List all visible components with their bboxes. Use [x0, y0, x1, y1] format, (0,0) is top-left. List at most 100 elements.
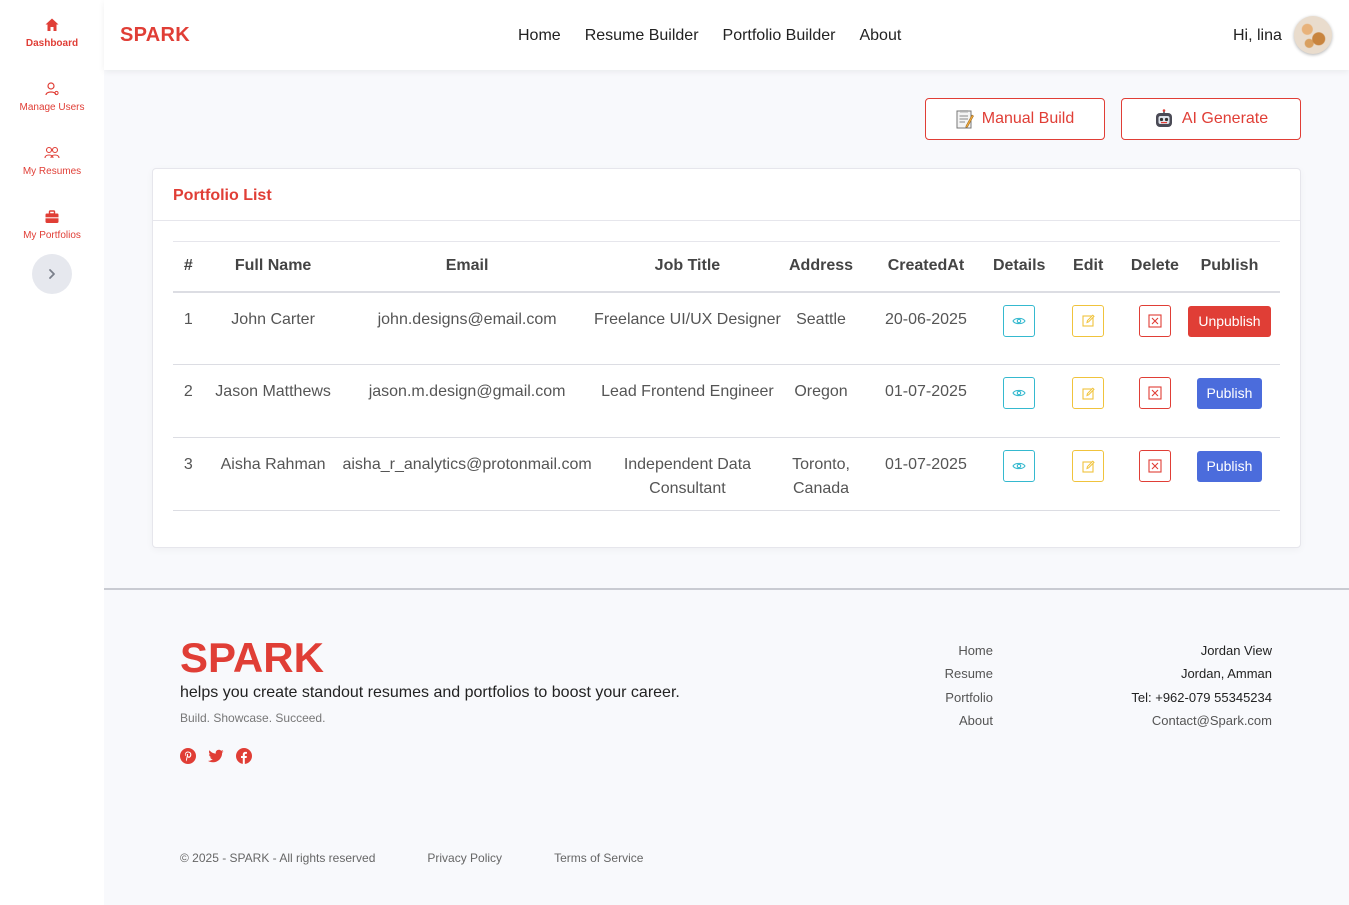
sidebar: Dashboard Manage Users My Resumes My Por…: [0, 0, 104, 905]
sidebar-toggle-button[interactable]: [32, 254, 72, 294]
close-square-icon: [1148, 313, 1162, 328]
user-icon: [45, 82, 59, 96]
view-details-button[interactable]: [1003, 377, 1036, 409]
col-header-address: Address: [783, 241, 859, 293]
col-header-delete: Delete: [1130, 241, 1179, 293]
col-header-email: Email: [342, 241, 592, 293]
twitter-icon[interactable]: [208, 748, 224, 764]
facebook-icon[interactable]: [236, 748, 252, 764]
row-email: john.designs@email.com: [342, 291, 592, 365]
unpublish-button[interactable]: Unpublish: [1188, 305, 1271, 337]
row-address: Toronto, Canada: [783, 437, 859, 511]
publish-button[interactable]: Publish: [1196, 451, 1263, 482]
row-created-at: 01-07-2025: [858, 364, 993, 438]
eye-icon: [1012, 462, 1026, 470]
row-job-title: Lead Frontend Engineer: [591, 364, 784, 438]
contact-line: Jordan, Amman: [1180, 666, 1272, 682]
close-square-icon: [1148, 459, 1162, 473]
sidebar-item-label: Manage Users: [19, 102, 85, 113]
row-number: 3: [173, 437, 204, 511]
manual-build-button[interactable]: Manual Build: [925, 98, 1105, 140]
view-details-button[interactable]: [1003, 450, 1036, 482]
sidebar-item-my-portfolios[interactable]: My Portfolios: [0, 209, 104, 241]
briefcase-icon: [45, 210, 59, 223]
col-header-number: #: [173, 241, 204, 293]
portfolio-table: # Full Name Email Job Title Address Crea…: [173, 241, 1280, 511]
col-header-details: Details: [992, 241, 1046, 293]
chevron-right-icon: [49, 269, 55, 279]
close-square-icon: [1148, 386, 1162, 400]
main-nav: Home Resume Builder Portfolio Builder Ab…: [518, 27, 901, 45]
ai-generate-button[interactable]: AI Generate: [1121, 98, 1301, 140]
footer-brand: SPARK: [180, 634, 324, 681]
row-full-name: John Carter: [203, 291, 343, 365]
row-job-title: Freelance UI/UX Designer: [591, 291, 784, 365]
manual-build-label: Manual Build: [981, 110, 1075, 127]
brand-logo[interactable]: SPARK: [120, 24, 190, 47]
col-header-edit: Edit: [1045, 241, 1131, 293]
eye-icon: [1012, 317, 1026, 324]
publish-button[interactable]: Publish: [1196, 378, 1263, 409]
footer: SPARK helps you create standout resumes …: [104, 588, 1349, 905]
footer-link-portfolio[interactable]: Portfolio: [945, 686, 993, 709]
delete-button[interactable]: [1138, 304, 1171, 337]
table-row: 2 Jason Matthews jason.m.design@gmail.co…: [173, 364, 1280, 438]
footer-contact: Jordan View Jordan, Amman Tel: +962-079 …: [1131, 639, 1272, 732]
table-row: 3 Aisha Rahman aisha_r_analytics@protonm…: [173, 437, 1280, 511]
pinterest-icon[interactable]: [180, 748, 196, 764]
sidebar-item-label: Dashboard: [25, 38, 79, 49]
row-number: 2: [173, 364, 204, 438]
social-links: [180, 748, 252, 764]
edit-button[interactable]: [1072, 450, 1105, 482]
edit-icon: [1082, 386, 1095, 400]
privacy-policy-link[interactable]: Privacy Policy: [427, 851, 502, 865]
sidebar-item-label: My Resumes: [22, 166, 82, 177]
footer-link-about[interactable]: About: [945, 709, 993, 732]
sidebar-item-my-resumes[interactable]: My Resumes: [0, 145, 104, 177]
top-navbar: SPARK Home Resume Builder Portfolio Buil…: [104, 0, 1349, 70]
row-address: Seattle: [783, 291, 859, 365]
footer-link-resume[interactable]: Resume: [945, 662, 993, 685]
view-details-button[interactable]: [1003, 304, 1036, 337]
row-full-name: Jason Matthews: [203, 364, 343, 438]
edit-icon: [1082, 314, 1095, 327]
edit-button[interactable]: [1072, 377, 1105, 409]
row-job-title: Independent Data Consultant: [591, 437, 784, 511]
row-email: jason.m.design@gmail.com: [342, 364, 592, 438]
robot-icon: [1155, 109, 1172, 127]
memo-icon: [956, 110, 974, 129]
col-header-publish: Publish: [1178, 241, 1280, 293]
card-title: Portfolio List: [153, 169, 1300, 221]
terms-of-service-link[interactable]: Terms of Service: [554, 851, 643, 865]
row-created-at: 01-07-2025: [858, 437, 993, 511]
row-full-name: Aisha Rahman: [203, 437, 343, 511]
ai-generate-label: AI Generate: [1181, 110, 1269, 127]
delete-button[interactable]: [1138, 377, 1171, 409]
row-number: 1: [173, 291, 204, 365]
home-icon: [45, 18, 59, 31]
nav-about[interactable]: About: [859, 27, 901, 45]
delete-button[interactable]: [1138, 450, 1171, 482]
footer-description: helps you create standout resumes and po…: [180, 684, 680, 701]
edit-icon: [1082, 459, 1095, 473]
nav-resume-builder[interactable]: Resume Builder: [585, 27, 699, 45]
sidebar-item-manage-users[interactable]: Manage Users: [0, 81, 104, 113]
row-created-at: 20-06-2025: [858, 291, 993, 365]
users-icon: [44, 146, 60, 159]
table-row: 1 John Carter john.designs@email.com Fre…: [173, 291, 1280, 365]
footer-tagline: Build. Showcase. Succeed.: [180, 711, 326, 725]
nav-portfolio-builder[interactable]: Portfolio Builder: [723, 27, 836, 45]
contact-line: Jordan View: [1200, 643, 1272, 658]
col-header-job-title: Job Title: [591, 241, 784, 293]
sidebar-item-label: My Portfolios: [23, 230, 81, 241]
copyright: © 2025 - SPARK - All rights reserved: [180, 851, 376, 865]
nav-home[interactable]: Home: [518, 27, 561, 45]
user-greeting: Hi, lina: [1233, 27, 1282, 44]
footer-link-home[interactable]: Home: [945, 639, 993, 662]
avatar[interactable]: [1294, 16, 1332, 54]
contact-email[interactable]: Contact@Spark.com: [1131, 709, 1272, 732]
row-email: aisha_r_analytics@protonmail.com: [342, 437, 592, 511]
row-address: Oregon: [783, 364, 859, 438]
sidebar-item-dashboard[interactable]: Dashboard: [0, 17, 104, 49]
edit-button[interactable]: [1072, 304, 1105, 337]
